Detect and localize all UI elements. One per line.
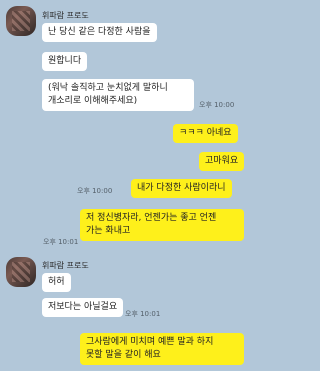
message-bubble-incoming[interactable]: 원합니다 (42, 52, 88, 71)
message-bubble-outgoing[interactable]: 내가 다정한 사람이라니 (131, 179, 232, 198)
message-bubble-incoming[interactable]: (워낙 솔직하고 눈치없게 말하니 개소리로 이해해주세요) (42, 79, 194, 111)
message-time: 오후 10:01 (125, 310, 161, 318)
message-bubble-outgoing[interactable]: ㅋㅋㅋ 아녜요 (173, 124, 238, 143)
message-bubble-outgoing[interactable]: 저 정신병자라, 언젠가는 좋고 언젠 가는 화내고 (80, 209, 244, 241)
sender-name: 휘파람 프로도 (42, 11, 89, 20)
message-bubble-outgoing[interactable]: 그사람에게 미치며 예쁜 말과 하지 못할 말을 같이 해요 (80, 333, 244, 365)
message-time: 오후 10:00 (199, 101, 235, 109)
avatar[interactable] (6, 257, 36, 287)
message-bubble-incoming[interactable]: 저보다는 아닐걸요 (42, 298, 124, 317)
message-time: 오후 10:01 (43, 238, 79, 246)
message-bubble-incoming[interactable]: 허허 (42, 273, 71, 292)
avatar[interactable] (6, 6, 36, 36)
message-bubble-incoming[interactable]: 난 당신 같은 다정한 사람을 (42, 23, 157, 42)
message-bubble-outgoing[interactable]: 고마워요 (199, 152, 245, 171)
sender-name: 휘파람 프로도 (42, 261, 89, 270)
message-time: 오후 10:00 (77, 187, 113, 195)
